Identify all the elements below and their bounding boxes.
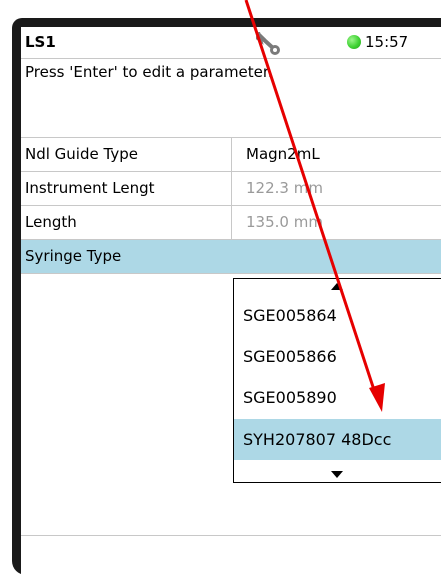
status-dot-icon <box>347 35 361 49</box>
column-divider <box>231 138 232 171</box>
column-divider <box>231 172 232 205</box>
module-title: LS1 <box>25 33 56 51</box>
dropdown-option-sge005890[interactable]: SGE005890 <box>234 377 441 418</box>
parameter-row-syringe-type[interactable]: Syringe Type <box>21 239 441 274</box>
triangle-up-icon[interactable] <box>331 283 343 290</box>
header-bar: LS1 15:57 <box>21 27 441 57</box>
dropdown-option-sge005866[interactable]: SGE005866 <box>234 336 441 377</box>
device-frame: LS1 15:57 Press 'Enter' to edit a parame… <box>12 18 441 575</box>
syringe-type-dropdown[interactable]: SGE005864 SGE005866 SGE005890 SYH207807 … <box>233 278 441 483</box>
dropdown-option-syh207807-48dcc[interactable]: SYH207807 48Dcc <box>234 419 441 460</box>
parameter-name: Ndl Guide Type <box>25 145 138 163</box>
clock-time: 15:57 <box>365 33 409 51</box>
header-divider <box>21 58 441 59</box>
parameter-name: Syringe Type <box>25 247 122 265</box>
triangle-down-icon[interactable] <box>331 471 343 478</box>
footer-divider <box>21 535 441 536</box>
column-divider <box>231 206 232 239</box>
wrench-icon <box>256 32 280 55</box>
screen: LS1 15:57 Press 'Enter' to edit a parame… <box>21 27 441 575</box>
parameter-name: Length <box>25 213 77 231</box>
parameter-value: 122.3 mm <box>246 179 323 197</box>
parameter-value: 135.0 mm <box>246 213 323 231</box>
parameter-row-instrument-length[interactable]: Instrument Lengt 122.3 mm <box>21 171 441 205</box>
parameter-row-length[interactable]: Length 135.0 mm <box>21 205 441 239</box>
instruction-text: Press 'Enter' to edit a parameter. <box>25 63 273 81</box>
parameter-name: Instrument Lengt <box>25 179 155 197</box>
parameter-value: Magn2mL <box>246 145 320 163</box>
dropdown-option-sge005864[interactable]: SGE005864 <box>234 295 441 336</box>
parameter-row-ndl-guide-type[interactable]: Ndl Guide Type Magn2mL <box>21 137 441 171</box>
parameter-list: Ndl Guide Type Magn2mL Instrument Lengt … <box>21 137 441 274</box>
